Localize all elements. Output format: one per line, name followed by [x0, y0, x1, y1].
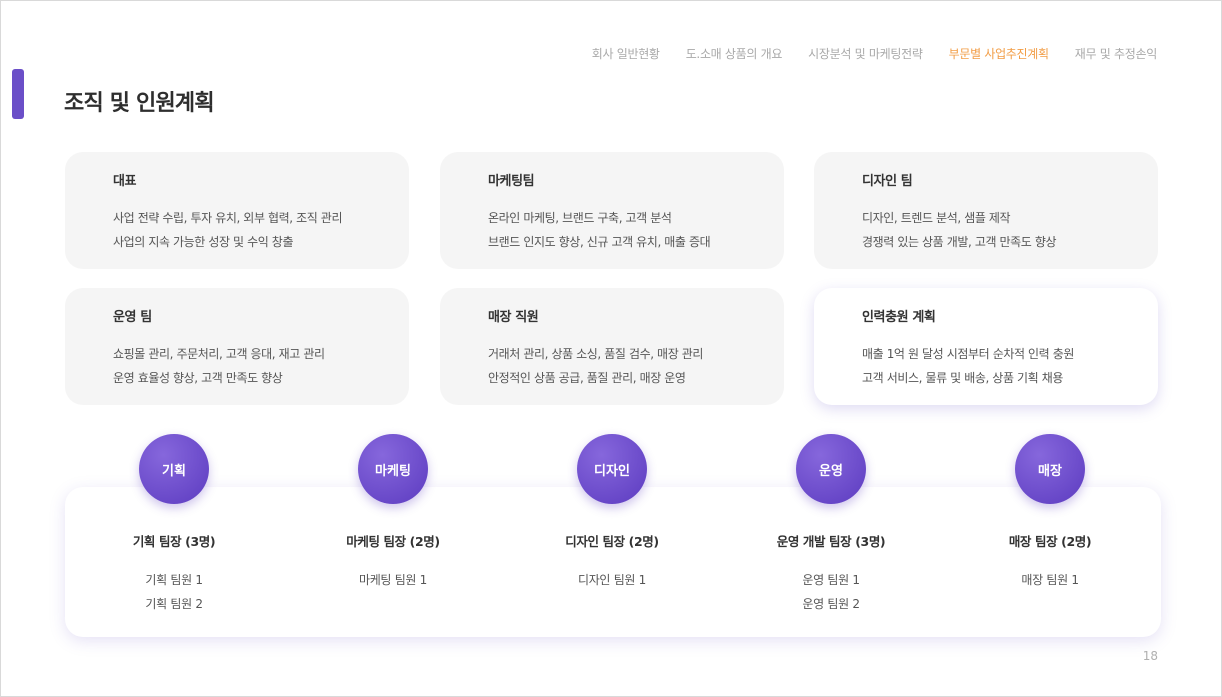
card-line: 쇼핑몰 관리, 주문처리, 고객 응대, 재고 관리	[113, 347, 325, 361]
card-line: 경쟁력 있는 상품 개발, 고객 만족도 향상	[862, 235, 1057, 249]
card-title: 인력충원 계획	[862, 310, 936, 325]
card-line: 디자인, 트렌드 분석, 샘플 제작	[862, 211, 1011, 225]
role-card-hiring-plan: 인력충원 계획 매출 1억 원 달성 시점부터 순차적 인력 충원 고객 서비스…	[814, 288, 1158, 405]
team-lead: 기획 팀장 (3명)	[132, 534, 216, 549]
team-circle-marketing: 마케팅	[358, 434, 428, 504]
nav-item-market-analysis[interactable]: 시장분석 및 마케팅전략	[808, 45, 923, 62]
team-column-design: 디자인 팀장 (2명) 디자인 팀원 1	[507, 531, 717, 592]
team-lead: 매장 팀장 (2명)	[1008, 534, 1092, 549]
card-line: 고객 서비스, 물류 및 배송, 상품 기획 채용	[862, 371, 1063, 385]
page-title: 조직 및 인원계획	[64, 91, 215, 116]
nav-item-product-overview[interactable]: 도.소매 상품의 개요	[686, 45, 783, 62]
team-column-store: 매장 팀장 (2명) 매장 팀원 1	[945, 531, 1155, 592]
card-line: 운영 효율성 향상, 고객 만족도 향상	[113, 371, 283, 385]
card-line: 브랜드 인지도 향상, 신규 고객 유치, 매출 증대	[488, 235, 711, 249]
card-title: 운영 팀	[113, 310, 152, 325]
role-card-ceo: 대표 사업 전략 수립, 투자 유치, 외부 협력, 조직 관리 사업의 지속 …	[65, 152, 409, 269]
team-member: 운영 팀원 2	[802, 597, 860, 611]
card-line: 안정적인 상품 공급, 품질 관리, 매장 운영	[488, 371, 686, 385]
title-accent-bar	[12, 69, 24, 119]
card-line: 사업의 지속 가능한 성장 및 수익 창출	[113, 235, 294, 249]
team-circle-operations: 운영	[796, 434, 866, 504]
role-card-design: 디자인 팀 디자인, 트렌드 분석, 샘플 제작 경쟁력 있는 상품 개발, 고…	[814, 152, 1158, 269]
team-member: 마케팅 팀원 1	[358, 573, 428, 587]
card-title: 대표	[113, 174, 137, 189]
team-member: 매장 팀원 1	[1021, 573, 1079, 587]
team-member: 기획 팀원 2	[145, 597, 203, 611]
team-member: 디자인 팀원 1	[577, 573, 647, 587]
team-column-marketing: 마케팅 팀장 (2명) 마케팅 팀원 1	[288, 531, 498, 592]
team-lead: 운영 개발 팀장 (3명)	[776, 534, 886, 549]
team-circle-store: 매장	[1015, 434, 1085, 504]
card-line: 매출 1억 원 달성 시점부터 순차적 인력 충원	[862, 347, 1075, 361]
team-lead: 마케팅 팀장 (2명)	[346, 534, 440, 549]
role-card-store-staff: 매장 직원 거래처 관리, 상품 소싱, 품질 검수, 매장 관리 안정적인 상…	[440, 288, 784, 405]
nav-item-company-overview[interactable]: 회사 일반현황	[592, 45, 660, 62]
team-column-operations: 운영 개발 팀장 (3명) 운영 팀원 1 운영 팀원 2	[726, 531, 936, 616]
card-line: 사업 전략 수립, 투자 유치, 외부 협력, 조직 관리	[113, 211, 343, 225]
team-column-planning: 기획 팀장 (3명) 기획 팀원 1 기획 팀원 2	[69, 531, 279, 616]
team-member: 운영 팀원 1	[802, 573, 860, 587]
card-line: 온라인 마케팅, 브랜드 구축, 고객 분석	[488, 211, 672, 225]
team-member: 기획 팀원 1	[145, 573, 203, 587]
team-circle-design: 디자인	[577, 434, 647, 504]
card-line: 거래처 관리, 상품 소싱, 품질 검수, 매장 관리	[488, 347, 704, 361]
role-card-marketing: 마케팅팀 온라인 마케팅, 브랜드 구축, 고객 분석 브랜드 인지도 향상, …	[440, 152, 784, 269]
card-title: 마케팅팀	[488, 174, 535, 189]
page-number: 18	[1142, 649, 1158, 663]
card-title: 디자인 팀	[862, 174, 913, 189]
role-card-operations: 운영 팀 쇼핑몰 관리, 주문처리, 고객 응대, 재고 관리 운영 효율성 향…	[65, 288, 409, 405]
card-title: 매장 직원	[488, 310, 539, 325]
nav-item-finance[interactable]: 재무 및 추정손익	[1075, 45, 1158, 62]
top-navigation: 회사 일반현황 도.소매 상품의 개요 시장분석 및 마케팅전략 부문별 사업추…	[592, 45, 1158, 62]
team-lead: 디자인 팀장 (2명)	[565, 534, 659, 549]
team-circle-planning: 기획	[139, 434, 209, 504]
nav-item-business-plan[interactable]: 부문별 사업추진계획	[949, 45, 1049, 62]
